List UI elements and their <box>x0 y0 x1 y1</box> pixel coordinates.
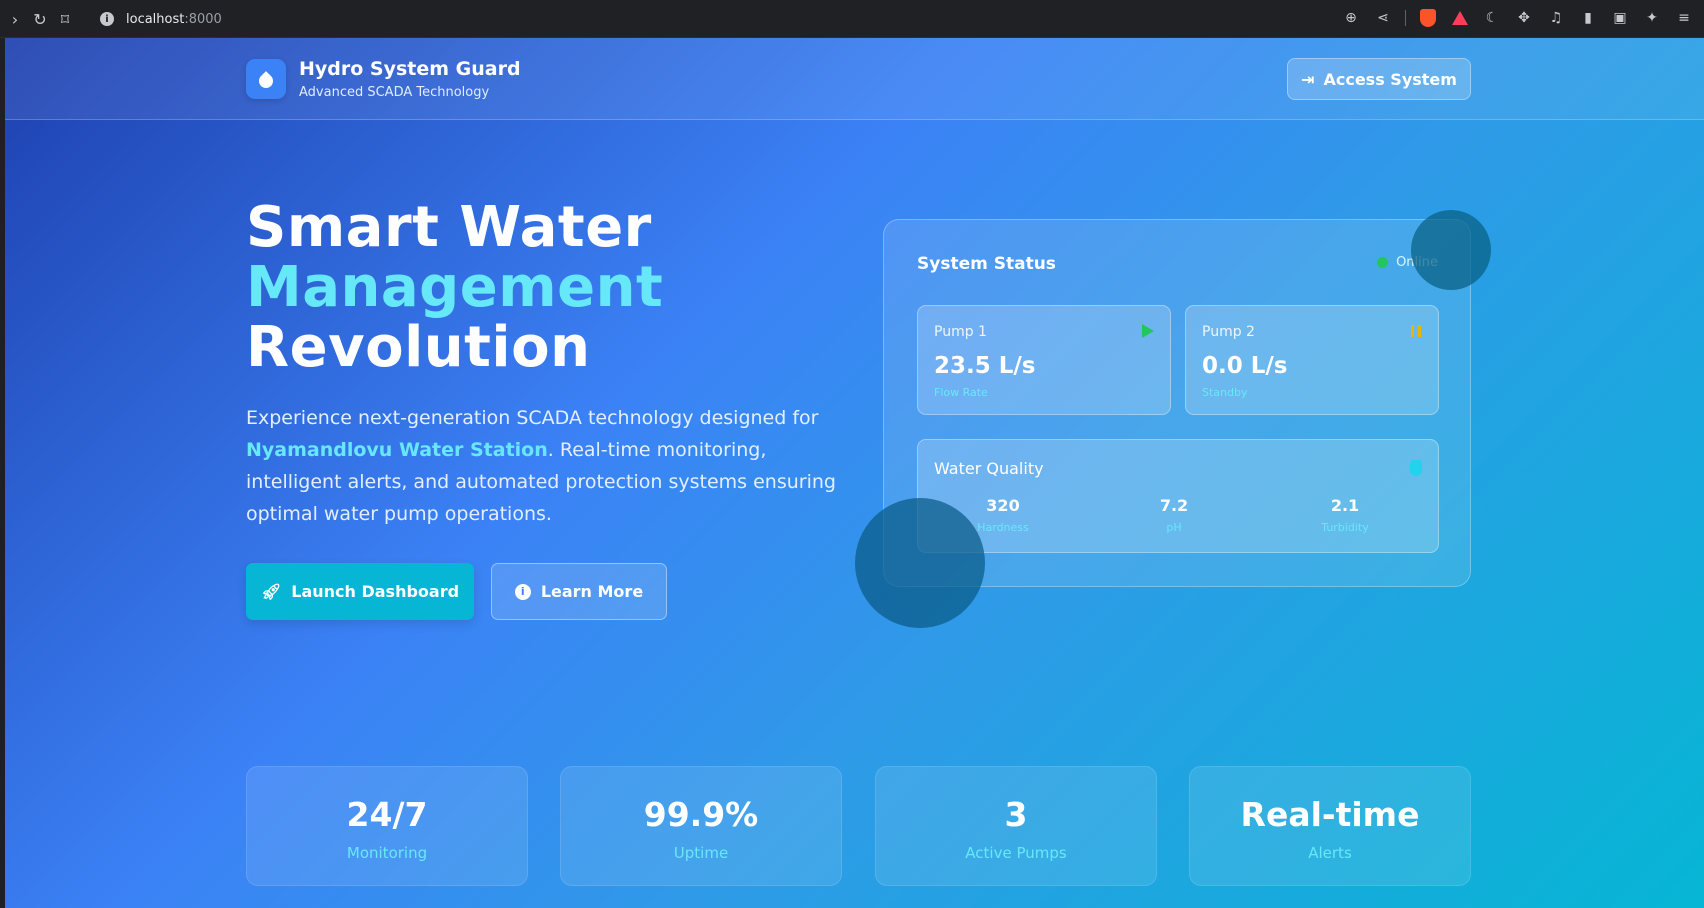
stat-card-alerts: Real-time Alerts <box>1189 766 1471 886</box>
launch-dashboard-button[interactable]: 🚀︎ Launch Dashboard <box>246 563 474 620</box>
pump-2-card[interactable]: Pump 2 0.0 L/s Standby <box>1185 305 1439 415</box>
decorative-bubble <box>855 498 985 628</box>
zoom-icon[interactable]: ⊕ <box>1341 8 1361 28</box>
water-drop-icon <box>256 71 276 91</box>
url-host: localhost <box>126 11 185 27</box>
menu-icon[interactable]: ≡ <box>1674 8 1694 28</box>
pump-flow-label: Flow Rate <box>934 386 988 399</box>
ph-metric: 7.2 pH <box>1089 496 1259 534</box>
launch-dashboard-label: Launch Dashboard <box>291 582 460 601</box>
media-icon[interactable]: ♫ <box>1546 8 1566 28</box>
ph-label: pH <box>1166 521 1182 534</box>
stat-label: Uptime <box>673 844 729 862</box>
ai-icon[interactable]: ✦ <box>1642 8 1662 28</box>
top-navbar: Hydro System Guard Advanced SCADA Techno… <box>5 38 1704 120</box>
stat-label: Active Pumps <box>965 844 1067 862</box>
brand-title: Hydro System Guard <box>299 58 521 80</box>
reload-icon[interactable]: ↻ <box>29 8 51 30</box>
brave-shield-icon[interactable] <box>1418 8 1438 28</box>
bookmark-icon[interactable]: ⌑ <box>54 8 76 30</box>
info-icon: i <box>514 583 531 600</box>
pump-name: Pump 1 <box>934 324 987 340</box>
hero-description: Experience next-generation SCADA technol… <box>246 402 836 530</box>
hero-title-line-3: Revolution <box>246 315 591 380</box>
extensions-icon[interactable]: ✥ <box>1514 8 1534 28</box>
learn-more-label: Learn More <box>540 582 644 601</box>
pump-state-label: Standby <box>1202 386 1248 399</box>
hero-title-line-2: Management <box>246 255 664 320</box>
rewards-icon[interactable] <box>1450 8 1470 28</box>
logo[interactable] <box>246 59 286 99</box>
desc-text-1: Experience next-generation SCADA technol… <box>246 407 819 429</box>
stat-label: Monitoring <box>346 844 428 862</box>
stat-label: Alerts <box>1308 844 1352 862</box>
water-quality-card[interactable]: Water Quality 320 Hardness 7.2 pH 2.1 Tu… <box>917 439 1439 553</box>
turbidity-metric: 2.1 Turbidity <box>1260 496 1430 534</box>
stat-card-uptime: 99.9% Uptime <box>560 766 842 886</box>
stat-value: Real-time <box>1240 795 1420 834</box>
play-icon <box>1142 324 1154 338</box>
address-bar[interactable]: i localhost:8000 <box>88 6 1388 32</box>
turbidity-label: Turbidity <box>1321 521 1369 534</box>
turbidity-value: 2.1 <box>1330 496 1360 515</box>
hero-title-line-1: Smart Water <box>246 195 652 260</box>
access-system-button[interactable]: ⇥ Access System <box>1287 58 1471 100</box>
pump-name: Pump 2 <box>1202 324 1255 340</box>
forward-icon[interactable]: › <box>4 8 26 30</box>
rocket-icon: 🚀︎ <box>260 582 282 601</box>
brand-subtitle: Advanced SCADA Technology <box>299 85 490 100</box>
moon-icon[interactable]: ☾ <box>1482 8 1502 28</box>
pump-flow-value: 23.5 L/s <box>934 353 1036 379</box>
water-quality-title: Water Quality <box>934 459 1044 478</box>
online-dot-icon <box>1377 257 1389 268</box>
sidebar-icon[interactable]: ▮ <box>1578 8 1598 28</box>
landing-page: Hydro System Guard Advanced SCADA Techno… <box>5 38 1704 908</box>
url-port: :8000 <box>184 11 222 27</box>
stat-value: 24/7 <box>346 795 428 834</box>
decorative-bubble <box>1411 210 1491 290</box>
pause-icon <box>1411 325 1421 337</box>
browser-toolbar: › ↻ ⌑ i localhost:8000 ⊕ ⋖ ☾ ✥ ♫ ▮ ▣ ✦ ≡ <box>0 0 1704 38</box>
toolbar-divider <box>1405 10 1406 26</box>
learn-more-button[interactable]: i Learn More <box>491 563 667 620</box>
pump-flow-value: 0.0 L/s <box>1202 353 1288 379</box>
hero-title: Smart Water Management Revolution <box>246 198 663 378</box>
stat-card-monitoring: 24/7 Monitoring <box>246 766 528 886</box>
sign-in-icon: ⇥ <box>1301 69 1315 89</box>
access-system-label: Access System <box>1323 69 1457 89</box>
site-info-icon[interactable]: i <box>100 12 114 26</box>
stat-value: 3 <box>1004 795 1028 834</box>
stat-card-active-pumps: 3 Active Pumps <box>875 766 1157 886</box>
wallet-icon[interactable]: ▣ <box>1610 8 1630 28</box>
share-icon[interactable]: ⋖ <box>1373 8 1393 28</box>
pump-1-card[interactable]: Pump 1 23.5 L/s Flow Rate <box>917 305 1171 415</box>
system-status-title: System Status <box>917 254 1056 274</box>
flask-icon <box>1410 460 1422 476</box>
stat-value: 99.9% <box>643 795 759 834</box>
ph-value: 7.2 <box>1159 496 1189 515</box>
station-name: Nyamandlovu Water Station <box>246 439 548 461</box>
